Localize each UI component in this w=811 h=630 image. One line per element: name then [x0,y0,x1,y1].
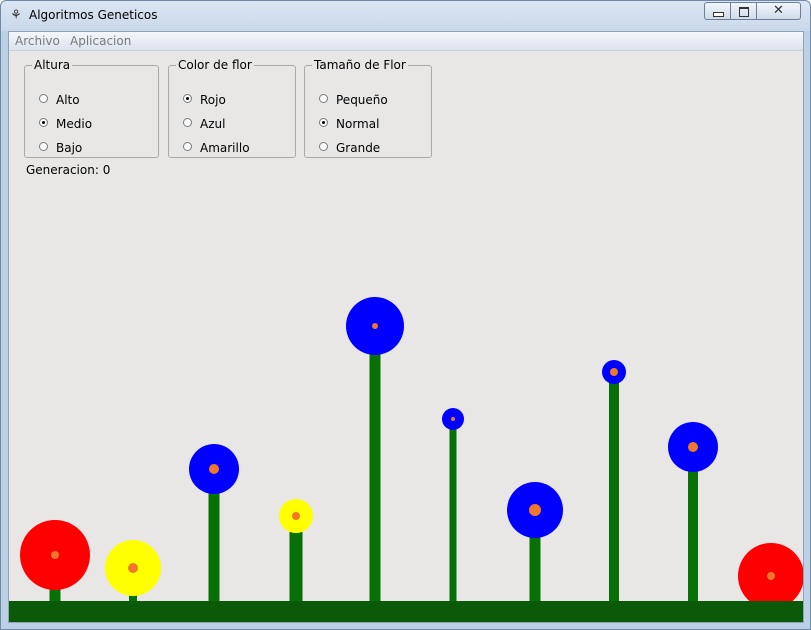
flower-stem [449,419,457,601]
radio-label: Bajo [56,141,83,155]
flower-center [451,417,455,421]
flower-center [529,504,541,516]
flower [105,540,161,601]
close-icon: ✕ [773,3,784,18]
color-group: Color de flor Rojo Azul Amarillo [168,58,296,158]
flower [442,408,464,601]
radio-label: Alto [56,93,80,107]
flower-center [209,464,219,474]
flower [20,520,90,601]
ground [9,601,803,622]
size-group: Tamaño de Flor Pequeño Normal Grande [304,58,432,158]
flower-stem [369,326,381,601]
altura-group: Altura Alto Medio Bajo [24,58,159,158]
title-bar[interactable]: ⚘ Algoritmos Geneticos ✕ [1,1,810,31]
radio-circle-icon [319,118,328,127]
radio-circle-icon [319,142,328,151]
maximize-icon [739,7,749,17]
flower-center [372,323,378,329]
radio-circle-icon [183,118,192,127]
radio-label: Amarillo [200,141,250,155]
radio-label: Azul [200,117,226,131]
app-icon[interactable]: ⚘ [8,8,24,24]
flower [189,444,239,601]
client-area: Archivo Aplicacion Altura Alto Medio Baj… [8,31,804,623]
close-button[interactable]: ✕ [756,2,801,20]
radio-label: Medio [56,117,93,131]
radio-circle-icon [39,118,48,127]
radio-circle-icon [39,94,48,103]
flower [668,422,718,601]
window-title: Algoritmos Geneticos [29,8,158,22]
altura-group-title: Altura [34,58,71,72]
flower [507,482,563,601]
flower-center [688,442,698,452]
flower [738,543,803,609]
radio-circle-icon [319,94,328,103]
app-window: ⚘ Algoritmos Geneticos ✕ Archivo Aplicac… [0,0,811,630]
radio-circle-icon [183,94,192,103]
radio-circle-icon [183,142,192,151]
flowers-layer [20,297,803,609]
radio-circle-icon [39,142,48,151]
generation-label: Generacion: 0 [26,163,111,177]
flower [602,360,626,601]
radio-label: Grande [336,141,381,155]
size-group-title: Tamaño de Flor [314,58,406,72]
flower [346,297,404,601]
flower [279,499,313,601]
flower-stem [609,372,619,601]
flower-center [610,368,618,376]
radio-label: Rojo [200,93,226,107]
flower-center [767,572,775,580]
maximize-button[interactable] [730,2,757,20]
radio-label: Pequeño [336,93,388,107]
minimize-button[interactable] [704,2,731,20]
radio-label: Normal [336,117,380,131]
color-group-title: Color de flor [178,58,252,72]
flower-center [128,563,138,573]
flower-center [51,551,59,559]
flower-center [292,512,300,520]
minimize-icon [713,12,724,17]
